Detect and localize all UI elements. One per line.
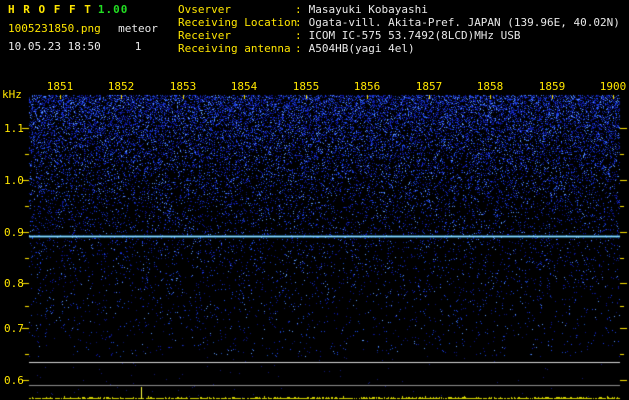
y-tick-label: 0.8	[4, 277, 24, 290]
info-row-observer: Ovserver: Masayuki Kobayashi	[178, 3, 428, 16]
y-tick-label: 1.0	[4, 174, 24, 187]
y-tick-label: 0.9	[4, 226, 24, 239]
mode-label: meteor	[118, 22, 158, 35]
x-tick-label: 1854	[230, 80, 258, 93]
x-tick-label: 1853	[169, 80, 197, 93]
frame-counter: 1	[134, 40, 142, 53]
x-tick-label: 1858	[476, 80, 504, 93]
spectrogram-canvas	[0, 0, 629, 400]
info-value: A504HB(yagi 4el)	[308, 42, 415, 55]
y-tick-label: 0.6	[4, 374, 24, 387]
colon: :	[295, 3, 302, 16]
x-tick-label: 1900	[599, 80, 627, 93]
y-tick-label: 0.7	[4, 322, 24, 335]
x-tick-label: 1857	[415, 80, 443, 93]
app-version: 1.00	[97, 3, 129, 16]
info-row-location: Receiving Location: Ogata-vill. Akita-Pre…	[178, 16, 620, 29]
datetime: 10.05.23 18:50	[8, 40, 101, 53]
x-tick-label: 1855	[292, 80, 320, 93]
info-row-antenna: Receiving antenna: A504HB(yagi 4el)	[178, 42, 415, 55]
filename: 1005231850.png	[8, 22, 101, 35]
x-tick-label: 1859	[538, 80, 566, 93]
y-axis-unit: kHz	[2, 88, 22, 101]
info-row-receiver: Receiver: ICOM IC-575 53.7492(8LCD)MHz US…	[178, 29, 521, 42]
colon: :	[295, 42, 302, 55]
x-tick-label: 1851	[46, 80, 74, 93]
x-tick-label: 1856	[353, 80, 381, 93]
colon: :	[295, 29, 302, 42]
info-label: Ovserver	[178, 3, 231, 16]
y-tick-label: 1.1	[4, 122, 24, 135]
info-value: Masayuki Kobayashi	[308, 3, 428, 16]
info-label: Receiving antenna	[178, 42, 291, 55]
app-title-row: H R O F F T 1.00	[8, 3, 128, 16]
x-tick-label: 1852	[107, 80, 135, 93]
info-value: ICOM IC-575 53.7492(8LCD)MHz USB	[308, 29, 521, 42]
info-label: Receiver	[178, 29, 231, 42]
app-title: H R O F F T	[8, 3, 92, 16]
colon: :	[295, 16, 302, 29]
info-label: Receiving Location	[178, 16, 298, 29]
info-value: Ogata-vill. Akita-Pref. JAPAN (139.96E, …	[308, 16, 620, 29]
hrofft-output: H R O F F T 1.00 1005231850.png meteor 10…	[0, 0, 629, 400]
